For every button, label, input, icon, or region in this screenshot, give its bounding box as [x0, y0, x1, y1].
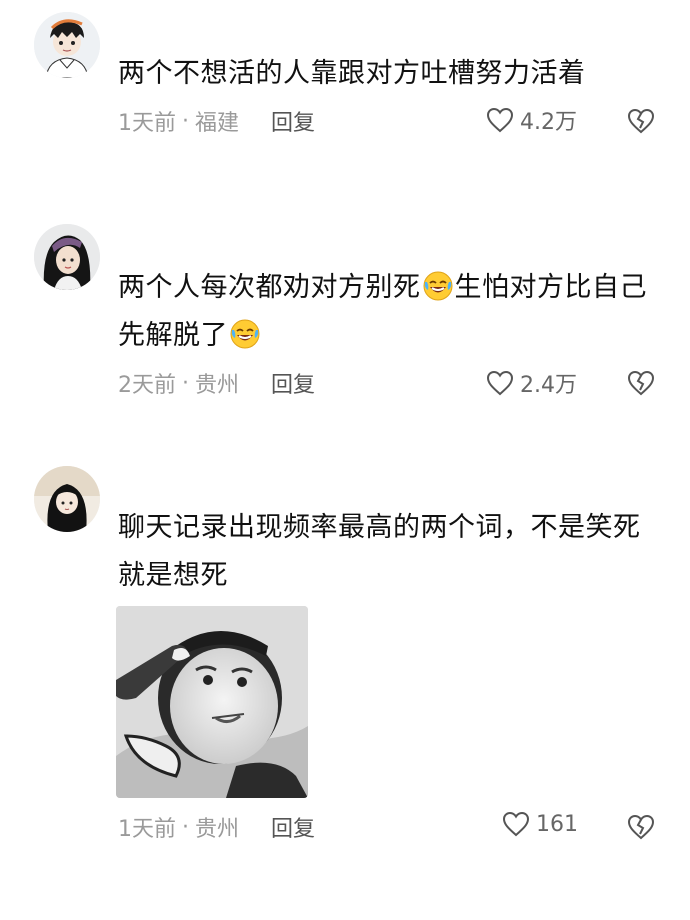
comment-location: 福建	[195, 111, 240, 136]
broken-heart-icon	[627, 814, 655, 840]
like-count: 161	[536, 811, 578, 837]
separator: ·	[182, 370, 189, 396]
like-button[interactable]: 161	[502, 811, 578, 837]
like-count: 2.4万	[520, 373, 577, 398]
comment-time: 1天前	[118, 817, 176, 842]
comment-meta: 1天前 · 贵州 回复	[118, 809, 315, 845]
comment-text: 两个不想活的人靠跟对方吐槽努力活着	[118, 58, 586, 89]
comment-text-part1: 两个人每次都劝对方别死	[118, 272, 421, 303]
reply-button[interactable]: 回复	[271, 105, 315, 137]
separator: ·	[182, 108, 189, 134]
user-avatar-illustration-icon	[34, 466, 100, 532]
heart-outline-icon	[486, 370, 514, 396]
comment-time: 2天前	[118, 373, 176, 398]
rofl-emoji-icon	[230, 319, 260, 349]
avatar[interactable]	[34, 12, 100, 78]
dislike-button[interactable]	[626, 369, 656, 399]
reply-button[interactable]: 回复	[271, 811, 315, 843]
user-avatar-photo-icon	[34, 224, 100, 290]
comment-text: 聊天记录出现频率最高的两个词，不是笑死就是想死	[118, 512, 641, 591]
user-avatar-illustration-icon	[34, 12, 100, 78]
broken-heart-icon	[627, 108, 655, 134]
avatar[interactable]	[34, 466, 100, 532]
dislike-button[interactable]	[626, 813, 656, 843]
rofl-emoji-icon	[423, 271, 452, 301]
reply-button[interactable]: 回复	[271, 367, 315, 399]
heart-outline-icon	[486, 107, 514, 133]
dislike-button[interactable]	[626, 107, 656, 137]
like-count: 4.2万	[520, 110, 577, 135]
avatar[interactable]	[34, 224, 100, 290]
heart-outline-icon	[502, 811, 530, 837]
comment-text: 两个人每次都劝对方别死 生怕对方比自己先解脱了	[118, 264, 658, 360]
comment-location: 贵州	[195, 817, 240, 842]
broken-heart-icon	[627, 370, 655, 396]
like-button[interactable]: 4.2万	[486, 104, 577, 136]
comment-meta: 2天前 · 贵州 回复	[118, 365, 315, 401]
like-button[interactable]: 2.4万	[486, 367, 577, 399]
comment-location: 贵州	[195, 373, 240, 398]
comment-time: 1天前	[118, 111, 176, 136]
separator: ·	[182, 814, 189, 840]
meme-sticker-salute-face-icon	[116, 606, 308, 798]
comment-image[interactable]	[116, 606, 308, 798]
comment-meta: 1天前 · 福建 回复	[118, 103, 315, 139]
